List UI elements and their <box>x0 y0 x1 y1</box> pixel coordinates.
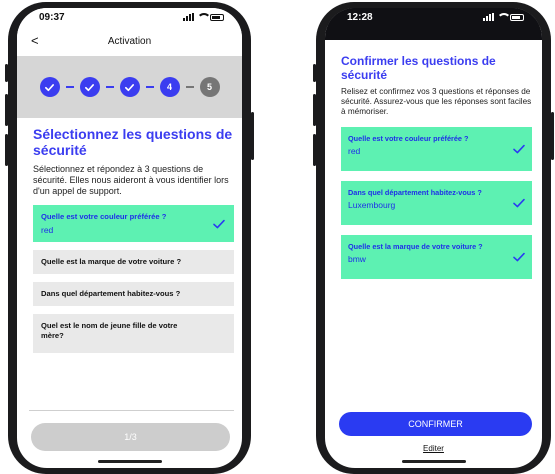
confirm-button[interactable]: CONFIRMER <box>339 412 532 436</box>
page-title: Activation <box>107 35 152 47</box>
check-icon <box>513 252 525 262</box>
screen-activation: 09:37 < Activation 4 5 Sélectionnez les … <box>17 8 242 468</box>
section-description: Relisez et confirmez vos 3 questions et … <box>341 87 532 116</box>
question-card-color[interactable]: Quelle est votre couleur préférée ? red <box>33 205 234 242</box>
battery-icon <box>210 13 224 21</box>
question-text: Quelle est votre couleur préférée ? <box>348 134 469 143</box>
volume-down-button <box>5 134 8 166</box>
question-text: Quel est le nom de jeune fille de votre … <box>41 321 178 340</box>
back-chevron-icon[interactable]: < <box>31 33 39 48</box>
volume-up-button <box>5 94 8 126</box>
wifi-icon <box>197 13 211 21</box>
step-connector <box>105 86 114 88</box>
power-button <box>551 112 554 160</box>
signal-icon <box>483 13 494 21</box>
section-description: Sélectionnez et répondez à 3 questions d… <box>33 164 229 196</box>
question-text: Quelle est la marque de votre voiture ? <box>348 242 483 251</box>
check-icon <box>213 219 225 228</box>
check-icon <box>513 198 525 208</box>
step-1-complete <box>39 77 60 97</box>
answer-card-car[interactable]: Quelle est la marque de votre voiture ? … <box>341 235 532 279</box>
status-icons <box>183 13 224 21</box>
progress-button[interactable]: 1/3 <box>31 423 230 451</box>
mute-switch <box>313 64 316 82</box>
home-indicator <box>97 460 162 463</box>
home-indicator <box>401 460 466 463</box>
power-button <box>251 112 254 160</box>
check-icon <box>513 144 525 154</box>
answer-card-department[interactable]: Dans quel département habitez-vous ? Lux… <box>341 181 532 225</box>
phone-confirmation: 12:28 Confirmer les questions de sécurit… <box>313 2 554 474</box>
check-icon <box>45 83 54 91</box>
volume-up-button <box>313 94 316 126</box>
answer-text: red <box>41 225 54 235</box>
status-time: 09:37 <box>39 11 65 23</box>
question-text: Quelle est votre couleur préférée ? <box>41 212 167 221</box>
section-heading: Sélectionnez les questions de sécurité <box>33 126 233 158</box>
answer-text: red <box>348 146 361 156</box>
divider <box>29 410 234 411</box>
confirmation-content: Confirmer les questions de sécurité Reli… <box>341 54 532 279</box>
step-2-complete <box>79 77 100 97</box>
volume-down-button <box>313 134 316 166</box>
stepper: 4 5 <box>17 56 242 118</box>
check-icon <box>85 83 94 91</box>
question-selection: Sélectionnez les questions de sécurité S… <box>33 126 234 353</box>
step-4-current: 4 <box>159 77 180 97</box>
answer-text: Luxembourg <box>348 200 396 210</box>
phone-activation: 09:37 < Activation 4 5 Sélectionnez les … <box>5 2 254 474</box>
question-text: Dans quel département habitez-vous ? <box>348 188 482 197</box>
step-3-complete <box>119 77 140 97</box>
status-icons <box>483 13 524 21</box>
screen-confirmation: 12:28 Confirmer les questions de sécurit… <box>325 8 542 468</box>
battery-icon <box>510 13 524 21</box>
stage: 09:37 < Activation 4 5 Sélectionnez les … <box>0 0 555 474</box>
step-5-upcoming: 5 <box>199 77 220 97</box>
section-heading: Confirmer les questions de sécurité <box>341 54 496 82</box>
status-bar: 09:37 <box>17 8 242 26</box>
step-connector <box>65 86 74 88</box>
question-text: Quelle est la marque de votre voiture ? <box>41 257 182 266</box>
question-card-car[interactable]: Quelle est la marque de votre voiture ? <box>33 250 234 274</box>
wifi-icon <box>497 13 511 21</box>
question-card-mother[interactable]: Quel est le nom de jeune fille de votre … <box>33 314 234 353</box>
status-time: 12:28 <box>347 11 373 23</box>
step-connector <box>145 86 154 88</box>
edit-link[interactable]: Editer <box>325 444 542 453</box>
question-card-department[interactable]: Dans quel département habitez-vous ? <box>33 282 234 306</box>
mute-switch <box>5 64 8 82</box>
signal-icon <box>183 13 194 21</box>
answer-card-color[interactable]: Quelle est votre couleur préférée ? red <box>341 127 532 171</box>
question-text: Dans quel département habitez-vous ? <box>41 289 181 298</box>
answer-text: bmw <box>348 254 366 264</box>
nav-bar: < Activation <box>17 26 242 56</box>
status-bar: 12:28 <box>325 8 542 26</box>
step-connector <box>185 86 194 88</box>
check-icon <box>125 83 134 91</box>
